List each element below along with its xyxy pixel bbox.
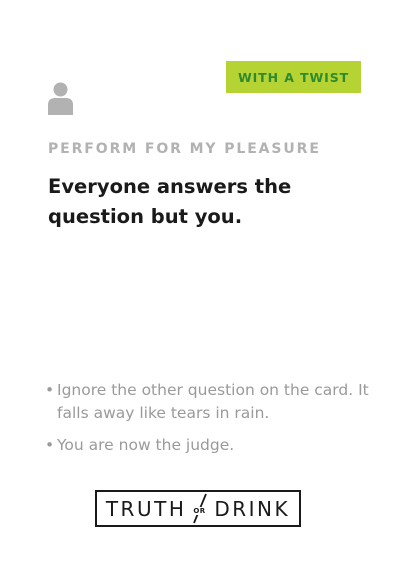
question-text: Everyone answers the question but you. <box>48 172 348 232</box>
logo-word-truth: TRUTH <box>105 496 187 521</box>
rule-item: • Ignore the other question on the card.… <box>45 379 375 425</box>
logo-or: OR <box>192 507 207 515</box>
logo-word-drink: DRINK <box>214 496 291 521</box>
with-a-twist-badge: WITH A TWIST <box>226 61 361 93</box>
rules-list: • Ignore the other question on the card.… <box>45 379 375 466</box>
bullet: • <box>45 436 55 454</box>
category-heading: PERFORM FOR MY PLEASURE <box>48 141 321 157</box>
truth-or-drink-logo: TRUTH OR DRINK <box>95 490 301 527</box>
bullet: • <box>45 381 55 399</box>
rule-item: • You are now the judge. <box>45 434 375 457</box>
question-line: Everyone answers the <box>48 175 292 198</box>
rule-text: You are now the judge. <box>57 436 235 454</box>
logo-separator: OR <box>189 492 211 525</box>
question-line: question but you. <box>48 205 243 228</box>
rule-text: Ignore the other question on the card. I… <box>57 381 369 422</box>
person-icon <box>48 82 73 115</box>
badge-label: WITH A TWIST <box>237 69 350 85</box>
question-card: WITH A TWIST PERFORM FOR MY PLEASURE Eve… <box>0 0 405 581</box>
